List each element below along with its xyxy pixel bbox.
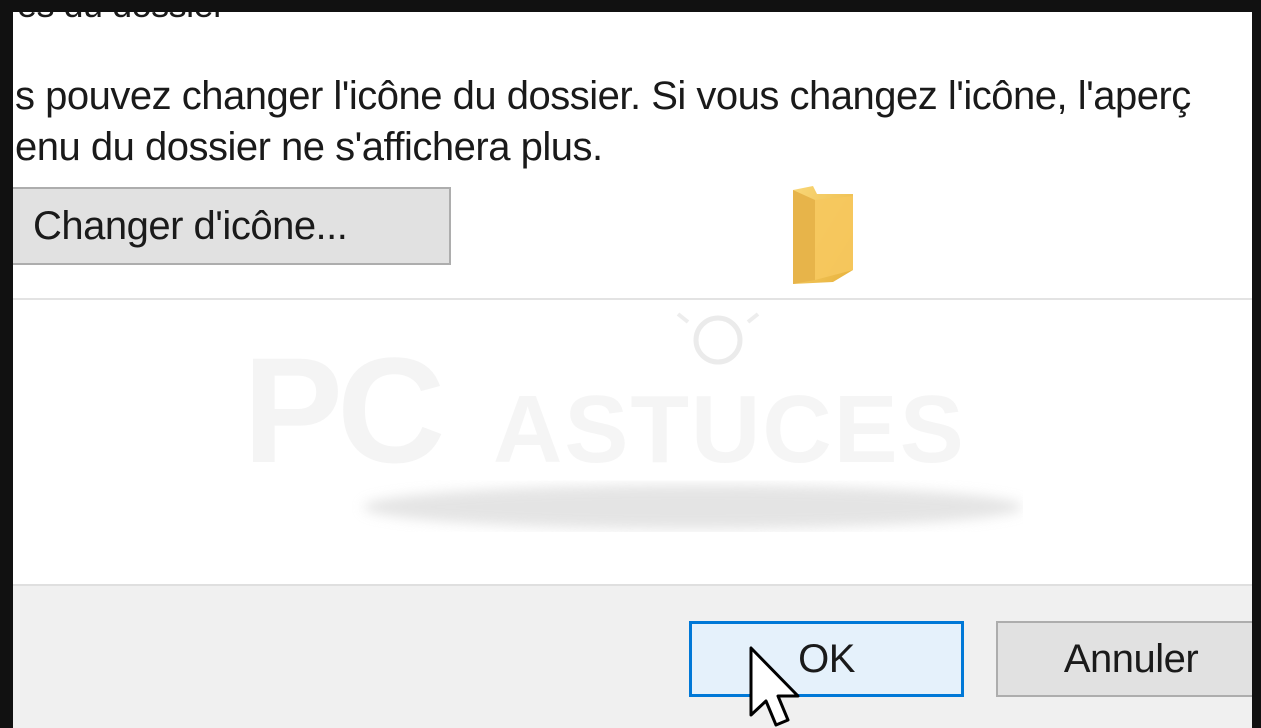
change-icon-button[interactable]: Changer d'icône... [13, 187, 451, 265]
separator [13, 298, 1252, 300]
folder-icon [793, 186, 853, 284]
watermark-pc: PC [243, 326, 442, 494]
ok-button[interactable]: OK [689, 621, 964, 697]
mouse-pointer-icon [749, 646, 800, 727]
description-line-1: s pouvez changer l'icône du dossier. Si … [15, 74, 1191, 118]
screenshot-frame: es du dossier s pouvez changer l'icône d… [0, 0, 1261, 728]
crop-border-left [0, 0, 13, 728]
section-title: es du dossier [17, 12, 225, 26]
folder-properties-dialog: es du dossier s pouvez changer l'icône d… [13, 12, 1252, 728]
watermark-astuces: ASTUCES [493, 376, 966, 483]
description-line-2: enu du dossier ne s'affichera plus. [15, 125, 603, 169]
dialog-footer: OK Annuler [13, 584, 1252, 728]
cancel-button[interactable]: Annuler [996, 621, 1252, 697]
pc-astuces-watermark: PC ASTUCES [243, 312, 1023, 529]
crop-border-right [1252, 0, 1261, 728]
crop-border-top [0, 0, 1261, 12]
